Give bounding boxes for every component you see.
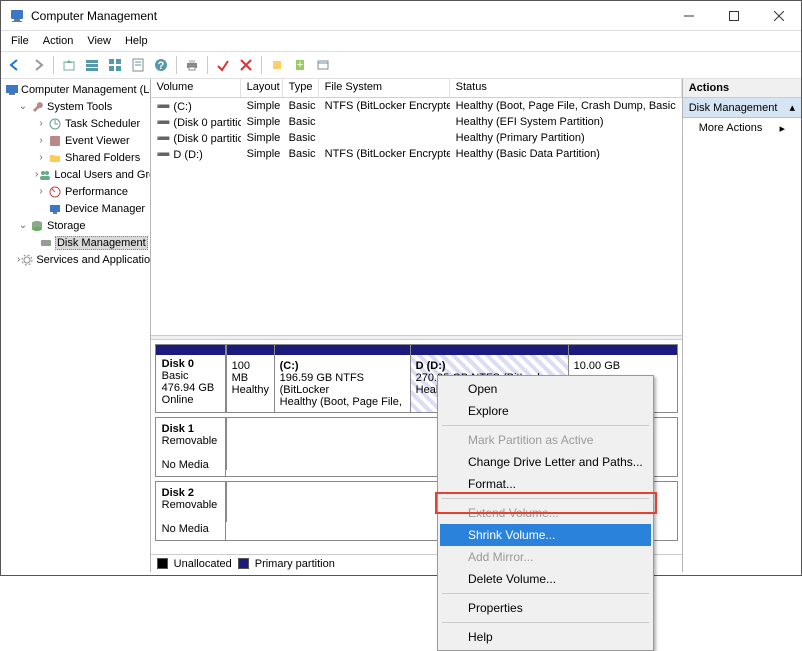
ctx-mark-active: Mark Partition as Active <box>440 429 651 451</box>
disk-2-label: Disk 2 Removable No Media <box>156 482 226 540</box>
ctx-mirror: Add Mirror... <box>440 546 651 568</box>
clock-icon <box>47 116 63 132</box>
folder-icon <box>47 150 63 166</box>
event-icon <box>47 133 63 149</box>
chevron-up-icon: ▴ <box>789 101 795 114</box>
device-icon <box>47 201 63 217</box>
ctx-shrink[interactable]: Shrink Volume... <box>440 524 651 546</box>
actions-more[interactable]: More Actions ▸ <box>683 118 801 139</box>
ctx-extend: Extend Volume... <box>440 502 651 524</box>
col-fs[interactable]: File System <box>319 79 450 97</box>
new-icon[interactable]: + <box>290 55 310 75</box>
tree-root[interactable]: Computer Management (Local) <box>3 81 148 98</box>
partition-c[interactable]: (C:)196.59 GB NTFS (BitLockerHealthy (Bo… <box>274 345 410 412</box>
forward-button[interactable] <box>28 55 48 75</box>
col-volume[interactable]: Volume <box>151 79 241 97</box>
menubar: File Action View Help <box>1 31 801 51</box>
tree-performance[interactable]: ›Performance <box>3 183 148 200</box>
svg-text:?: ? <box>158 60 165 72</box>
properties-icon[interactable] <box>128 55 148 75</box>
ctx-help[interactable]: Help <box>440 626 651 648</box>
volume-list[interactable]: ➖ (C:)SimpleBasicNTFS (BitLocker Encrypt… <box>151 98 682 335</box>
svg-text:+: + <box>297 59 303 71</box>
tree-event-viewer[interactable]: ›Event Viewer <box>3 132 148 149</box>
tree-disk-management[interactable]: Disk Management <box>3 234 148 251</box>
tree-task-scheduler[interactable]: ›Task Scheduler <box>3 115 148 132</box>
tree-services[interactable]: ›Services and Applications <box>3 251 148 268</box>
menu-view[interactable]: View <box>81 34 117 48</box>
print-icon[interactable] <box>182 55 202 75</box>
disk-0-label: Disk 0 Basic 476.94 GB Online <box>156 345 226 412</box>
disk-icon <box>39 235 53 251</box>
wrench-icon <box>29 99 45 115</box>
delete-x-icon[interactable] <box>236 55 256 75</box>
disk-1-label: Disk 1 Removable No Media <box>156 418 226 476</box>
window-title: Computer Management <box>31 9 666 23</box>
tree-local-users[interactable]: ›Local Users and Groups <box>3 166 148 183</box>
storage-icon <box>29 218 45 234</box>
col-layout[interactable]: Layout <box>241 79 283 97</box>
ctx-open[interactable]: Open <box>440 378 651 400</box>
minimize-button[interactable] <box>666 1 711 30</box>
ctx-delete[interactable]: Delete Volume... <box>440 568 651 590</box>
ctx-explore[interactable]: Explore <box>440 400 651 422</box>
actions-section[interactable]: Disk Management ▴ <box>683 98 801 118</box>
maximize-button[interactable] <box>711 1 756 30</box>
ctx-change-letter[interactable]: Change Drive Letter and Paths... <box>440 451 651 473</box>
help-icon[interactable]: ? <box>151 55 171 75</box>
col-type[interactable]: Type <box>283 79 319 97</box>
volume-row[interactable]: ➖ D (D:)SimpleBasicNTFS (BitLocker Encry… <box>151 146 682 162</box>
up-icon[interactable] <box>59 55 79 75</box>
app-icon <box>9 8 25 24</box>
partition-efi[interactable]: 100 MBHealthy <box>226 345 274 412</box>
titlebar: Computer Management <box>1 1 801 31</box>
view-list-icon[interactable] <box>105 55 125 75</box>
col-status[interactable]: Status <box>450 79 682 97</box>
volume-row[interactable]: ➖ (C:)SimpleBasicNTFS (BitLocker Encrypt… <box>151 98 682 114</box>
tree-system-tools[interactable]: ⌄System Tools <box>3 98 148 115</box>
toolbar: ? + <box>1 51 801 79</box>
users-icon <box>38 167 52 183</box>
menu-help[interactable]: Help <box>119 34 154 48</box>
window-icon[interactable] <box>313 55 333 75</box>
back-button[interactable] <box>5 55 25 75</box>
volume-row[interactable]: ➖ (Disk 0 partition 1)SimpleBasicHealthy… <box>151 114 682 130</box>
computer-icon <box>5 82 19 98</box>
gear-icon <box>20 252 34 268</box>
view-details-icon[interactable] <box>82 55 102 75</box>
tree-shared-folders[interactable]: ›Shared Folders <box>3 149 148 166</box>
actions-pane: Actions Disk Management ▴ More Actions ▸ <box>683 79 801 572</box>
tree-device-manager[interactable]: Device Manager <box>3 200 148 217</box>
actions-header: Actions <box>683 79 801 98</box>
volume-row[interactable]: ➖ (Disk 0 partition 4)SimpleBasicHealthy… <box>151 130 682 146</box>
context-menu: Open Explore Mark Partition as Active Ch… <box>437 375 654 651</box>
ctx-format[interactable]: Format... <box>440 473 651 495</box>
volume-header[interactable]: Volume Layout Type File System Status <box>151 79 682 98</box>
legend-unallocated-swatch <box>157 558 168 569</box>
refresh-check-icon[interactable] <box>213 55 233 75</box>
wizard-icon[interactable] <box>267 55 287 75</box>
tree-storage[interactable]: ⌄Storage <box>3 217 148 234</box>
legend-primary-swatch <box>238 558 249 569</box>
close-button[interactable] <box>756 1 801 30</box>
chevron-right-icon: ▸ <box>779 122 785 135</box>
ctx-properties[interactable]: Properties <box>440 597 651 619</box>
menu-file[interactable]: File <box>5 34 35 48</box>
navigation-tree[interactable]: Computer Management (Local) ⌄System Tool… <box>1 79 151 572</box>
performance-icon <box>47 184 63 200</box>
menu-action[interactable]: Action <box>37 34 80 48</box>
